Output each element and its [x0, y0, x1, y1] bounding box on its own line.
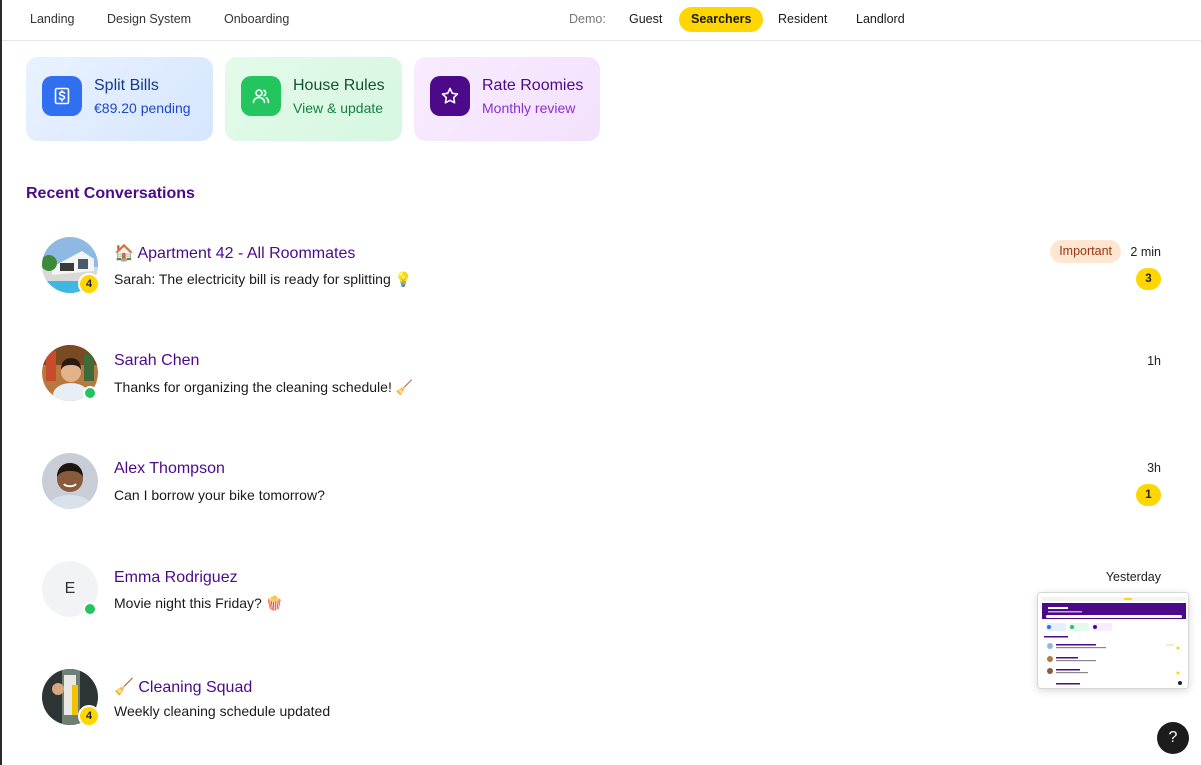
demo-searchers-button[interactable]: Searchers	[679, 7, 764, 32]
member-count-badge: 4	[78, 705, 100, 727]
conversation-message: Thanks for organizing the cleaning sched…	[114, 379, 414, 395]
unread-count-badge: 1	[1136, 484, 1161, 506]
users-icon	[241, 76, 281, 116]
window-edge	[0, 0, 2, 765]
conversation-message: Can I borrow your bike tomorrow?	[114, 487, 325, 503]
unread-count-badge: 3	[1136, 268, 1161, 290]
conversation-message: Weekly cleaning schedule updated	[114, 703, 331, 719]
demo-guest-button[interactable]: Guest	[617, 7, 674, 32]
demo-landlord-button[interactable]: Landlord	[844, 7, 917, 32]
nav-link-landing[interactable]: Landing	[30, 12, 75, 26]
demo-resident-button[interactable]: Resident	[766, 7, 839, 32]
star-icon	[430, 76, 470, 116]
rate-roomies-title: Rate Roomies	[482, 77, 584, 94]
conversation-name: 🏠 Apartment 42 - All Roommates	[114, 245, 356, 262]
conversation-time: Yesterday	[1105, 570, 1161, 584]
conversation-time: 1h	[1147, 354, 1161, 368]
online-status-dot	[83, 602, 97, 616]
help-button[interactable]: ?	[1157, 722, 1189, 754]
conversation-name: Alex Thompson	[114, 460, 225, 477]
conversation-apartment-42[interactable]: 4 🏠 Apartment 42 - All Roommates Sarah: …	[26, 222, 1176, 318]
dollar-receipt-icon	[42, 76, 82, 116]
conversation-name: 🧹 Cleaning Squad	[114, 679, 253, 696]
split-bills-pending: €89.20 pending	[94, 100, 191, 116]
conversation-sarah-chen[interactable]: Sarah Chen Thanks for organizing the cle…	[26, 330, 1176, 426]
screen-preview-thumbnail[interactable]	[1037, 592, 1189, 689]
online-status-dot	[83, 386, 97, 400]
conversation-time: 2 min	[1130, 245, 1161, 259]
conversation-message: Sarah: The electricity bill is ready for…	[114, 271, 413, 287]
conversation-cleaning-squad[interactable]: 4 🧹 Cleaning Squad Weekly cleaning sched…	[26, 654, 1176, 750]
split-bills-title: Split Bills	[94, 77, 159, 94]
conversation-message: Movie night this Friday? 🍿	[114, 595, 284, 611]
section-title: Recent Conversations	[26, 185, 195, 202]
important-tag: Important	[1050, 240, 1121, 263]
rate-roomies-sub: Monthly review	[482, 100, 576, 116]
conversation-time: 3h	[1147, 461, 1161, 475]
demo-label: Demo:	[569, 12, 606, 26]
nav-link-onboarding[interactable]: Onboarding	[224, 12, 289, 26]
house-rules-sub: View & update	[293, 100, 384, 116]
top-nav: Landing Design System Onboarding Demo: G…	[2, 0, 1201, 41]
nav-link-design-system[interactable]: Design System	[107, 12, 191, 26]
house-rules-card[interactable]: House Rules View & update	[225, 57, 402, 141]
split-bills-card[interactable]: Split Bills €89.20 pending	[26, 57, 213, 141]
member-count-badge: 4	[78, 273, 100, 295]
conversation-name: Emma Rodriguez	[114, 569, 238, 586]
rate-roomies-card[interactable]: Rate Roomies Monthly review	[414, 57, 600, 141]
conversation-emma-rodriguez[interactable]: E Emma Rodriguez Movie night this Friday…	[26, 546, 1176, 642]
avatar	[42, 453, 98, 509]
conversation-alex-thompson[interactable]: Alex Thompson Can I borrow your bike tom…	[26, 438, 1176, 534]
conversation-name: Sarah Chen	[114, 352, 200, 369]
house-rules-title: House Rules	[293, 77, 385, 94]
